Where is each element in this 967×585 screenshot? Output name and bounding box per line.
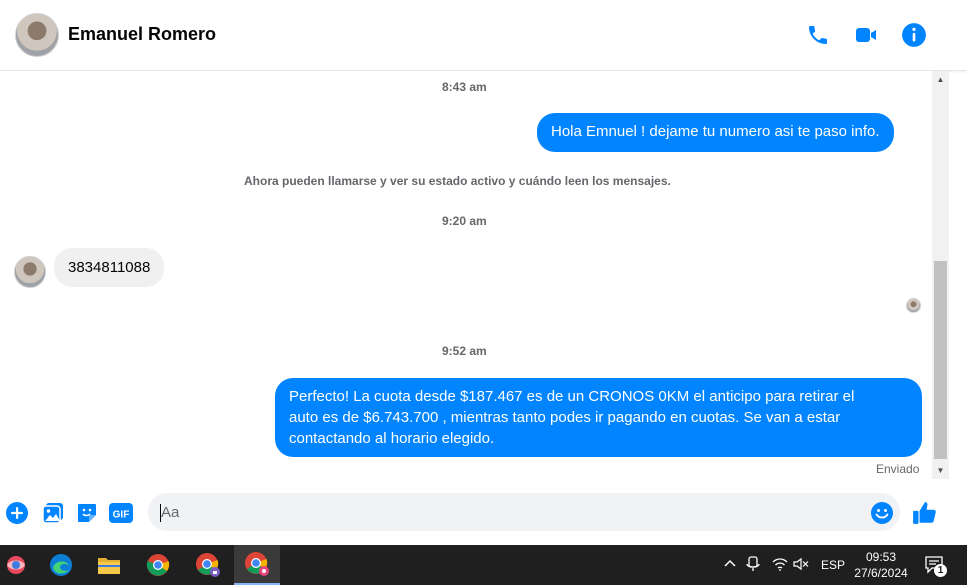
chrome-profile-icon[interactable]	[192, 549, 224, 581]
photo-icon[interactable]	[40, 500, 66, 526]
seen-receipt-avatar	[906, 298, 921, 313]
text-cursor	[160, 504, 161, 522]
sticker-icon[interactable]	[74, 500, 100, 526]
composer: GIF	[0, 483, 967, 545]
info-icon[interactable]	[901, 22, 927, 48]
notification-center-icon[interactable]: 1	[924, 545, 954, 585]
scroll-down-arrow-icon[interactable]: ▼	[932, 462, 949, 479]
chrome-profile-active-icon[interactable]	[234, 545, 280, 585]
outgoing-message[interactable]: Hola Emnuel ! dejame tu numero asi te pa…	[537, 113, 894, 152]
chrome-icon[interactable]	[142, 549, 174, 581]
thumbs-up-icon[interactable]	[912, 500, 938, 526]
wifi-icon[interactable]	[772, 557, 788, 574]
windows-pinned-icon[interactable]	[0, 549, 32, 581]
clock[interactable]: 09:53 27/6/2024	[848, 549, 914, 581]
chat-header: Emanuel Romero	[0, 0, 967, 71]
clock-time: 09:53	[865, 550, 897, 564]
meet-now-icon[interactable]	[746, 555, 760, 575]
message-input[interactable]	[148, 493, 900, 531]
message-list: 8:43 am Hola Emnuel ! dejame tu numero a…	[0, 71, 932, 483]
system-notice: Ahora pueden llamarse y ver su estado ac…	[244, 174, 671, 188]
incoming-message[interactable]: 3834811088	[54, 248, 165, 287]
notification-count-badge: 1	[934, 564, 947, 577]
video-camera-icon[interactable]	[853, 22, 879, 48]
timestamp: 9:20 am	[442, 214, 487, 228]
edge-icon[interactable]	[45, 549, 77, 581]
file-explorer-icon[interactable]	[93, 549, 125, 581]
timestamp: 9:52 am	[442, 344, 487, 358]
scroll-thumb[interactable]	[934, 261, 947, 459]
smile-icon[interactable]	[869, 500, 895, 526]
plus-icon[interactable]	[4, 500, 30, 526]
message-line: Perfecto! La cuota desde $187.467 es de …	[289, 388, 855, 405]
message-line: auto es de $6.743.700 , mientras tanto p…	[289, 409, 841, 426]
windows-taskbar: ESP 09:53 27/6/2024 1	[0, 545, 967, 585]
contact-avatar-small[interactable]	[14, 256, 46, 288]
outgoing-message[interactable]: Perfecto! La cuota desde $187.467 es de …	[275, 378, 922, 457]
gif-label: GIF	[113, 510, 130, 521]
speaker-muted-icon[interactable]	[793, 557, 809, 574]
clock-date: 27/6/2024	[854, 566, 908, 580]
input-language[interactable]: ESP	[821, 558, 845, 572]
contact-name[interactable]: Emanuel Romero	[68, 24, 216, 45]
chevron-up-icon[interactable]	[722, 557, 738, 574]
contact-avatar[interactable]	[15, 13, 59, 57]
message-line: contactando al horario elegido.	[289, 430, 495, 447]
timestamp: 8:43 am	[442, 80, 487, 94]
gif-icon[interactable]: GIF	[108, 500, 134, 526]
message-status: Enviado	[876, 462, 920, 476]
scroll-up-arrow-icon[interactable]: ▲	[932, 71, 949, 88]
phone-icon[interactable]	[805, 22, 831, 48]
chat-scrollbar[interactable]: ▲ ▼	[932, 71, 949, 479]
